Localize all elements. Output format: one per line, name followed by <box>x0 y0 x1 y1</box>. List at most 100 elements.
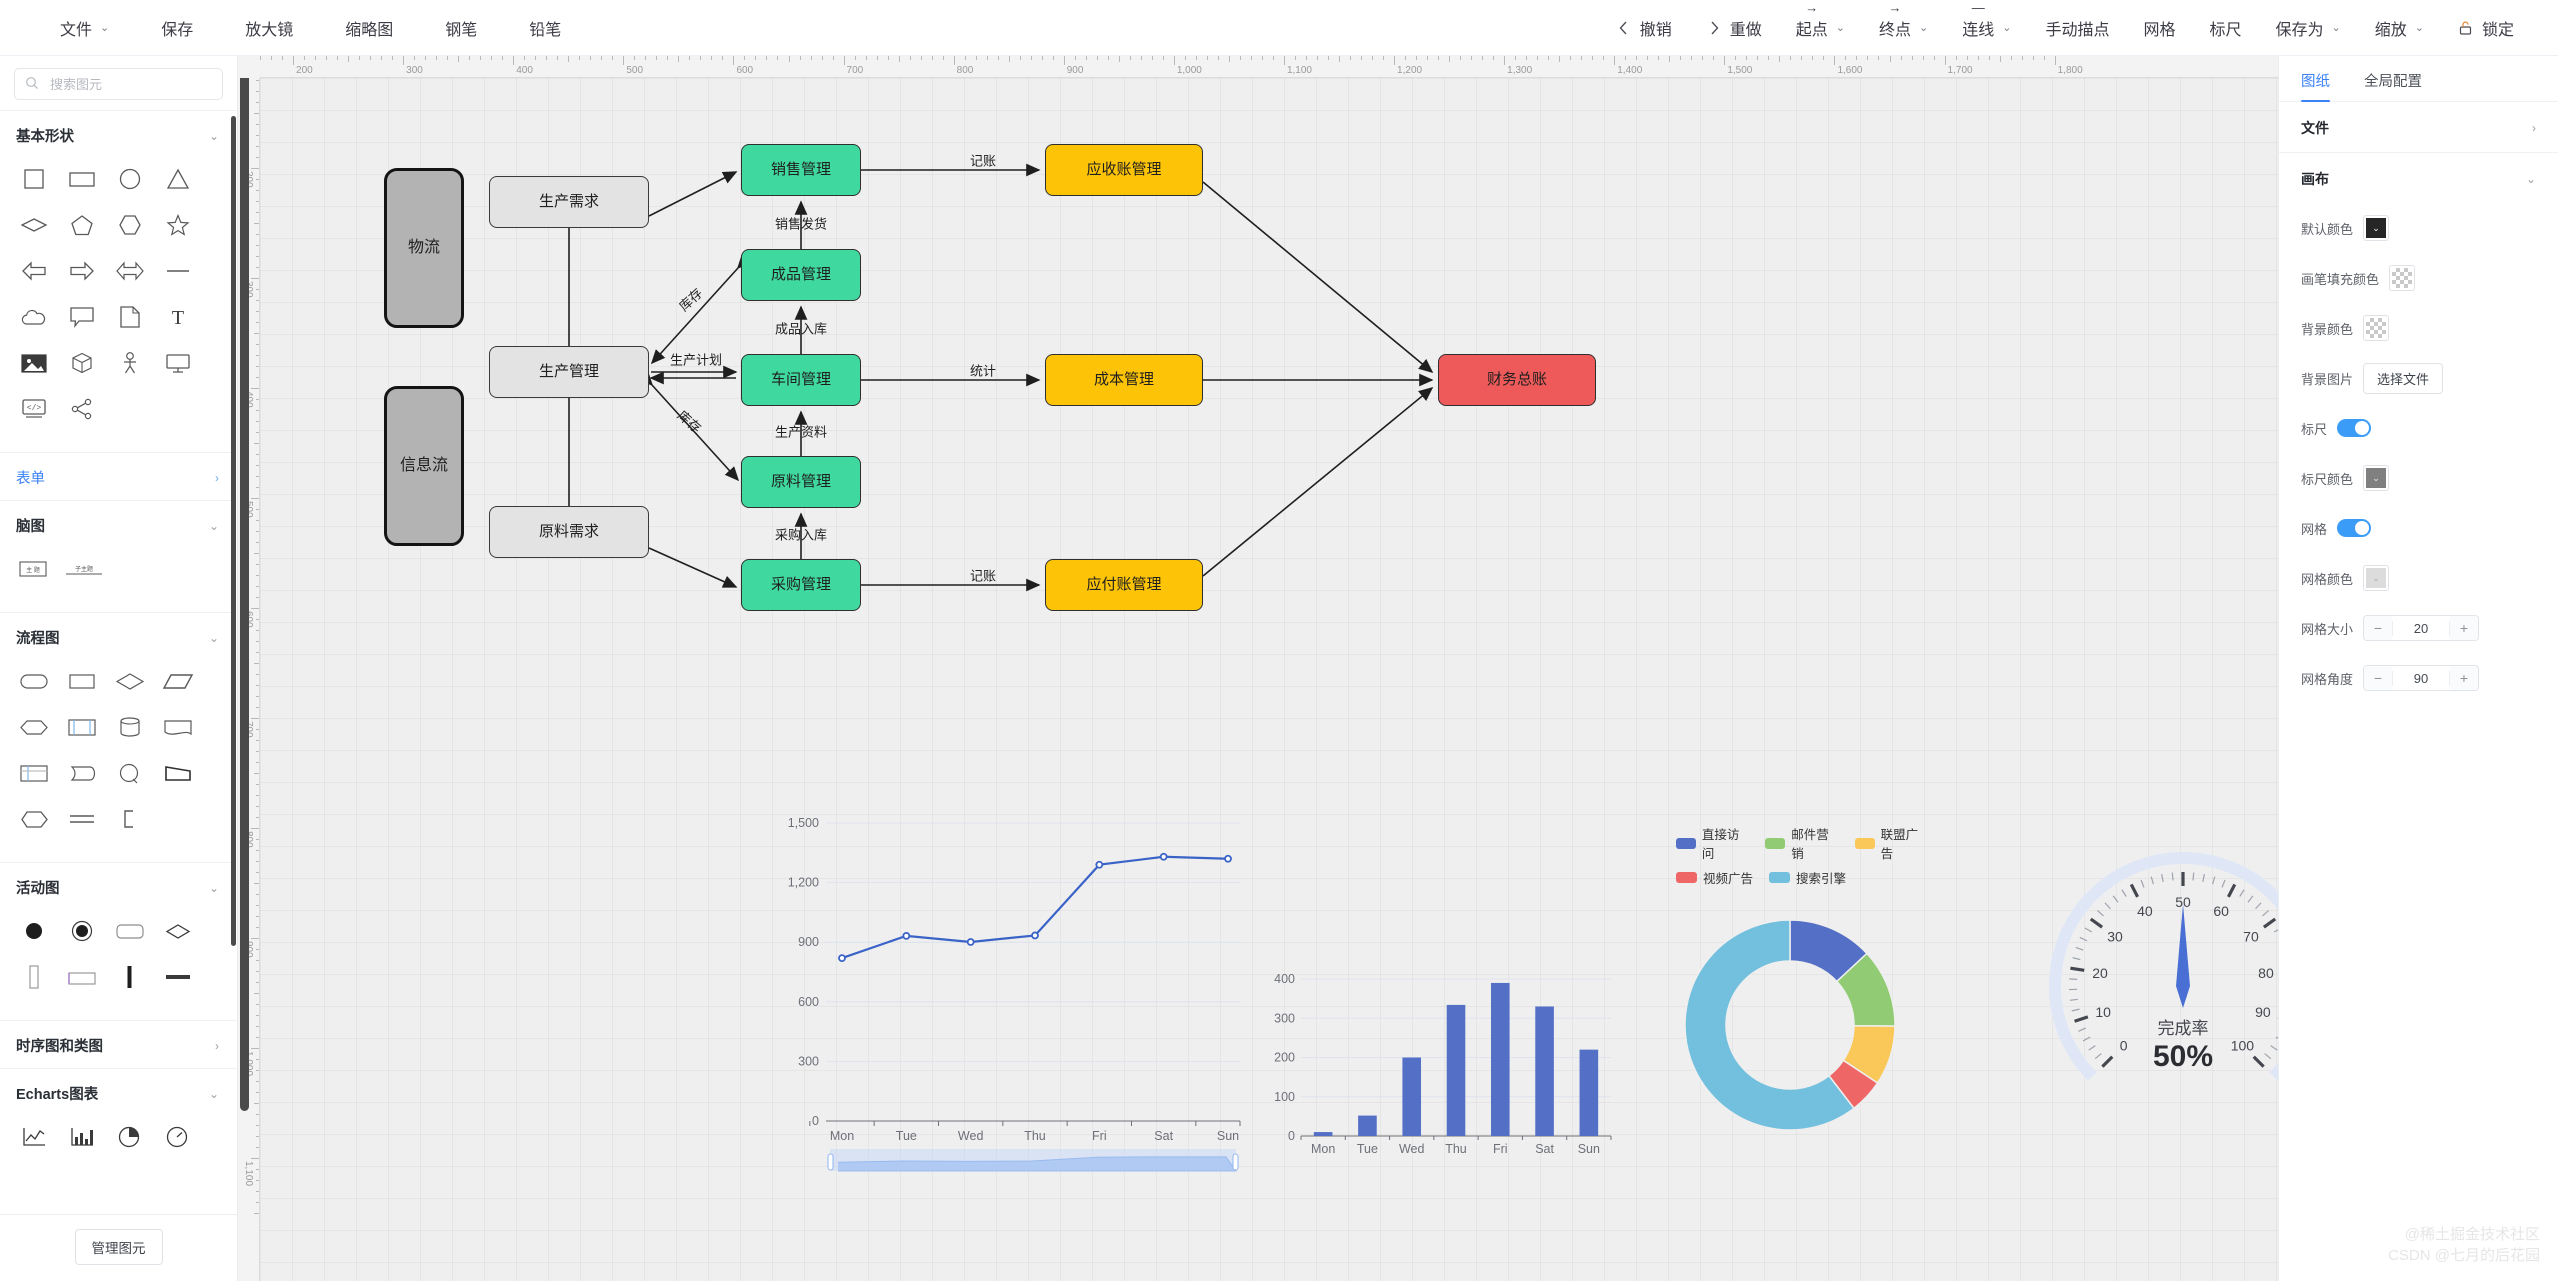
bar[interactable] <box>1491 983 1510 1136</box>
donut-chart[interactable]: 直接访问 邮件营销 联盟广告 <box>1658 818 1928 1148</box>
data-icon[interactable] <box>157 662 199 700</box>
toolbar-grid-button[interactable]: 网格 <box>2141 12 2177 44</box>
section-canvas-header[interactable]: 画布 ⌄ <box>2279 153 2558 203</box>
toolbar-pen-button[interactable]: 钢笔 <box>443 12 479 44</box>
legend-item-youjian[interactable]: 邮件营销 <box>1765 824 1838 862</box>
diagram-node-scxq[interactable]: 生产需求 <box>489 176 649 228</box>
datazoom-handle-left[interactable] <box>828 1154 833 1170</box>
diagram-node-wuliu[interactable]: 物流 <box>384 168 464 328</box>
diagram-node-cwzz[interactable]: 财务总账 <box>1438 354 1596 406</box>
diagram-node-cjgl[interactable]: 车间管理 <box>741 354 861 406</box>
datazoom-handle-right[interactable] <box>1233 1154 1238 1170</box>
shape-section-activity-header[interactable]: 活动图 ⌄ <box>0 863 237 910</box>
text-icon[interactable]: T <box>157 298 199 336</box>
shape-section-form-header[interactable]: 表单 › <box>0 453 237 500</box>
fork-vertical-icon[interactable] <box>109 958 151 996</box>
canvas-vertical-scrollbar-thumb[interactable] <box>240 56 249 1111</box>
bar[interactable] <box>1535 1006 1554 1136</box>
circle-icon[interactable] <box>109 160 151 198</box>
square-icon[interactable] <box>13 160 55 198</box>
fork-horizontal-icon[interactable] <box>157 958 199 996</box>
toolbar-connector-menu[interactable]: — 连线 ⌄ <box>1960 12 2013 44</box>
activity-icon[interactable] <box>109 912 151 950</box>
grid-angle-stepper[interactable]: − 90 + <box>2363 665 2479 691</box>
diagram-node-ylxq[interactable]: 原料需求 <box>489 506 649 558</box>
shape-section-basic-header[interactable]: 基本形状 ⌄ <box>0 111 237 158</box>
diagram-node-yszgl[interactable]: 应收账管理 <box>1045 144 1203 196</box>
start-node-icon[interactable] <box>13 912 55 950</box>
share-icon[interactable] <box>61 390 103 428</box>
callout-icon[interactable] <box>61 298 103 336</box>
internal-storage-icon[interactable] <box>13 754 55 792</box>
diagram-node-xinxiliu[interactable]: 信息流 <box>384 386 464 546</box>
gauge-chart-icon[interactable] <box>157 1118 199 1156</box>
stored-data-icon[interactable] <box>109 708 151 746</box>
bar[interactable] <box>1402 1058 1421 1137</box>
monitor-icon[interactable] <box>157 344 199 382</box>
toolbar-save-as-menu[interactable]: 保存为 ⌄ <box>2274 12 2343 44</box>
toolbar-ruler-button[interactable]: 标尺 <box>2208 12 2244 44</box>
left-panel-scrollbar-track[interactable] <box>230 110 237 1120</box>
bar-chart[interactable]: 0100200300400MonTueWedThuFriSatSun <box>1263 961 1623 1176</box>
grid-angle-value[interactable]: 90 <box>2392 671 2450 686</box>
shape-section-echarts-header[interactable]: Echarts图表 ⌄ <box>0 1069 237 1116</box>
diagram-node-yfzgl[interactable]: 应付账管理 <box>1045 559 1203 611</box>
manual-operation-icon[interactable] <box>157 754 199 792</box>
canvas-area[interactable]: 2003004005006007008009001,0001,1001,2001… <box>238 56 2278 1281</box>
tab-drawing[interactable]: 图纸 <box>2301 70 2330 101</box>
diagram-node-xsgl[interactable]: 销售管理 <box>741 144 861 196</box>
background-color-picker[interactable] <box>2363 315 2389 341</box>
legend-item-lianmeng[interactable]: 联盟广告 <box>1855 824 1928 862</box>
bar[interactable] <box>1447 1005 1466 1136</box>
legend-item-shipin[interactable]: 视频广告 <box>1676 868 1753 887</box>
horizontal-ruler[interactable]: 2003004005006007008009001,0001,1001,2001… <box>238 56 2278 78</box>
gauge-chart[interactable]: 0102030405060708090100完成率50% <box>2043 846 2278 1126</box>
main-topic-icon[interactable]: 主 题 <box>13 550 55 588</box>
line-data-point[interactable] <box>839 955 845 961</box>
toolbar-lock-button[interactable]: 锁定 <box>2456 12 2516 44</box>
pentagon-icon[interactable] <box>61 206 103 244</box>
ruler-toggle[interactable] <box>2337 419 2371 437</box>
toolbar-undo-button[interactable]: 撤销 <box>1614 12 1674 44</box>
grid-size-stepper[interactable]: − 20 + <box>2363 615 2479 641</box>
actor-icon[interactable] <box>109 344 151 382</box>
diamond-icon[interactable] <box>13 206 55 244</box>
bracket-icon[interactable] <box>109 800 151 838</box>
toolbar-zoom-menu[interactable]: 缩放 ⌄ <box>2373 12 2426 44</box>
line-icon[interactable] <box>157 252 199 290</box>
diagram-node-ylgl[interactable]: 原料管理 <box>741 456 861 508</box>
toolbar-save-button[interactable]: 保存 <box>159 12 195 44</box>
triangle-icon[interactable] <box>157 160 199 198</box>
merge-icon[interactable] <box>61 800 103 838</box>
grid-size-decrement[interactable]: − <box>2364 616 2392 640</box>
toolbar-endpoint-menu[interactable]: → 终点 ⌄ <box>1877 12 1930 44</box>
toolbar-redo-button[interactable]: 重做 <box>1704 12 1764 44</box>
star-icon[interactable] <box>157 206 199 244</box>
tab-global-config[interactable]: 全局配置 <box>2364 70 2422 101</box>
code-icon[interactable]: </> <box>13 390 55 428</box>
arrow-right-icon[interactable] <box>61 252 103 290</box>
hexagon-flow-icon[interactable] <box>13 800 55 838</box>
double-arrow-icon[interactable] <box>109 252 151 290</box>
toolbar-manual-point-button[interactable]: 手动描点 <box>2043 12 2111 44</box>
legend-item-zhijie[interactable]: 直接访问 <box>1676 824 1749 862</box>
partition-icon[interactable] <box>61 958 103 996</box>
search-box[interactable] <box>14 68 223 100</box>
document-icon[interactable] <box>109 298 151 336</box>
vertical-ruler[interactable]: 2003004005006007008009001,0001,100 <box>238 56 260 1281</box>
preparation-icon[interactable] <box>13 708 55 746</box>
toolbar-thumbnail-button[interactable]: 缩略图 <box>343 12 395 44</box>
cube-icon[interactable] <box>61 344 103 382</box>
end-node-icon[interactable] <box>61 912 103 950</box>
section-file-header[interactable]: 文件 › <box>2279 102 2558 153</box>
left-panel-scrollbar-thumb[interactable] <box>231 116 236 946</box>
line-data-point[interactable] <box>1032 932 1038 938</box>
grid-size-value[interactable]: 20 <box>2392 621 2450 636</box>
line-data-point[interactable] <box>968 939 974 945</box>
diagram-node-cpgl[interactable]: 成品管理 <box>741 249 861 301</box>
legend-item-sousuo[interactable]: 搜索引擎 <box>1769 868 1846 887</box>
diagram-node-scgl[interactable]: 生产管理 <box>489 346 649 398</box>
line-data-point[interactable] <box>1096 862 1102 868</box>
grid-size-increment[interactable]: + <box>2450 616 2478 640</box>
ruler-color-picker[interactable]: ⌄ <box>2363 465 2389 491</box>
